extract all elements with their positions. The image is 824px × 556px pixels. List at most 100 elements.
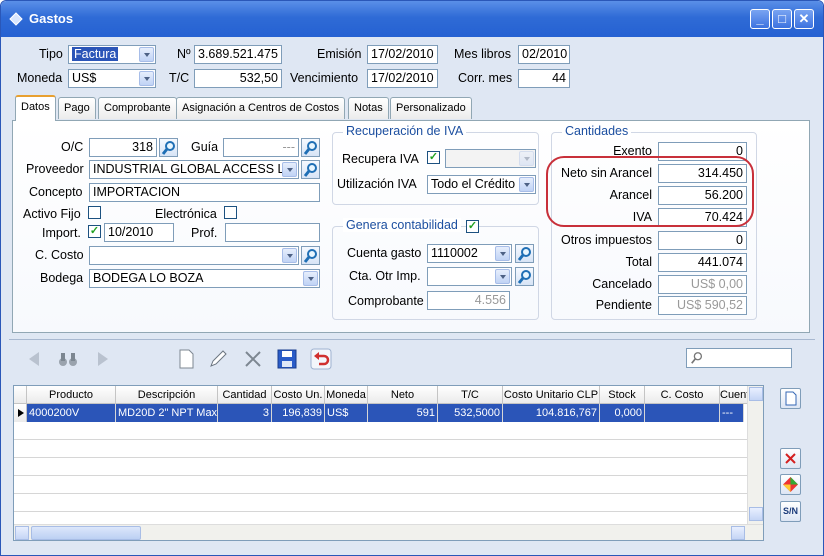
oc-field[interactable]: 318 [89,138,157,157]
cuenta-gasto-select[interactable]: 1110002 [427,244,512,263]
product-grid[interactable]: Producto Descripción Cantidad Costo Un. … [13,385,764,541]
current-row-arrow-icon [18,409,24,417]
highlight-annotation [546,156,754,227]
add-line-button[interactable] [780,388,801,409]
horizontal-scrollbar[interactable] [14,524,763,540]
cell-moneda[interactable]: US$ [325,404,368,422]
emision-field[interactable]: 17/02/2010 [367,45,438,64]
proveedor-select[interactable]: INDUSTRIAL GLOBAL ACCESS LT [89,160,299,179]
chevron-down-icon[interactable] [495,269,510,284]
col-neto[interactable]: Neto [368,386,438,404]
mes-libros-field[interactable]: 02/2010 [518,45,570,64]
delete-x-icon[interactable] [241,347,265,371]
cta-otr-imp-search-button[interactable] [515,267,534,286]
maximize-button[interactable]: □ [772,9,792,29]
bodega-select[interactable]: BODEGA LO BOZA [89,269,320,288]
col-stock[interactable]: Stock [600,386,645,404]
corr-mes-field[interactable]: 44 [518,69,570,88]
import-field[interactable]: 10/2010 [104,223,174,242]
chevron-down-icon[interactable] [139,71,154,86]
tab-personalizado[interactable]: Personalizado [390,97,472,119]
scroll-down-icon[interactable] [749,507,763,521]
ccosto-label: C. Costo [35,248,84,262]
vencimiento-field[interactable]: 17/02/2010 [367,69,438,88]
recupera-iva-checkbox[interactable]: ✓ [427,151,440,164]
scroll-thumb[interactable] [31,526,141,540]
delete-line-button[interactable] [780,448,801,469]
chevron-down-icon[interactable] [282,162,297,177]
cantidades-title: Cantidades [562,124,632,138]
tab-pago[interactable]: Pago [58,97,96,119]
chevron-down-icon[interactable] [139,47,154,62]
chevron-down-icon[interactable] [519,177,534,192]
cta-otr-imp-select[interactable] [427,267,512,286]
col-costo-unitario-clp[interactable]: Costo Unitario CLP [503,386,600,404]
col-descripcion[interactable]: Descripción [116,386,218,404]
edit-pencil-icon[interactable] [206,347,230,371]
col-ccosto[interactable]: C. Costo [645,386,720,404]
cell-neto[interactable]: 591 [368,404,438,422]
concepto-field[interactable]: IMPORTACION [89,183,320,202]
cell-costo-unitario-clp[interactable]: 104.816,767 [503,404,600,422]
tc-field[interactable]: 532,50 [194,69,282,88]
import-checkbox[interactable]: ✓ [88,225,101,238]
cell-stock[interactable]: 0,000 [600,404,645,422]
col-producto[interactable]: Producto [27,386,116,404]
otros-impuestos-field[interactable]: 0 [658,231,747,250]
cell-costo-un[interactable]: 196,839 [272,404,325,422]
vertical-scrollbar[interactable] [747,386,763,524]
moneda-select[interactable]: US$ [68,69,156,88]
cell-cuenta[interactable]: --- [720,404,744,422]
oc-search-button[interactable] [159,138,178,157]
prev-record-icon[interactable] [23,347,47,371]
cuenta-gasto-search-button[interactable] [515,244,534,263]
tab-comprobante[interactable]: Comprobante [98,97,177,119]
scroll-right-icon[interactable] [731,526,745,540]
col-cantidad[interactable]: Cantidad [218,386,272,404]
new-document-icon[interactable] [174,347,198,371]
utilizacion-iva-select[interactable]: Todo el Crédito [427,175,536,194]
activo-fijo-checkbox[interactable] [88,206,101,219]
magnifier-icon [303,141,317,155]
save-icon[interactable] [275,347,299,371]
col-moneda[interactable]: Moneda [325,386,368,404]
binoculars-icon[interactable] [56,347,80,371]
serial-number-button[interactable]: S/N [780,501,801,522]
cell-tc[interactable]: 532,5000 [438,404,503,422]
minimize-button[interactable]: _ [750,9,770,29]
numero-field[interactable]: 3.689.521.475 [194,45,282,64]
cell-producto[interactable]: 4000200V [27,404,116,422]
tab-datos[interactable]: Datos [15,95,56,121]
title-bar[interactable]: Gastos _ □ ✕ [1,1,823,37]
col-costo-un[interactable]: Costo Un. [272,386,325,404]
chevron-down-icon[interactable] [519,151,534,166]
scroll-left-icon[interactable] [15,526,29,540]
tipo-select[interactable]: Factura [68,45,156,64]
tab-asignacion[interactable]: Asignación a Centros de Costos [176,97,346,119]
ccosto-search-button[interactable] [301,246,320,265]
cell-cantidad[interactable]: 3 [218,404,272,422]
genera-contabilidad-checkbox[interactable]: ✓ [466,220,479,233]
next-record-icon[interactable] [90,347,114,371]
guia-search-button[interactable] [301,138,320,157]
col-tc[interactable]: T/C [438,386,503,404]
scroll-up-icon[interactable] [749,387,763,401]
recupera-iva-select[interactable] [445,149,536,168]
chevron-down-icon[interactable] [495,246,510,261]
guia-field[interactable]: --- [223,138,299,157]
table-row[interactable]: 4000200V MD20D 2" NPT Maxi- 3 196,839 US… [27,404,744,422]
search-input[interactable] [686,348,792,368]
close-button[interactable]: ✕ [794,9,814,29]
cell-descripcion[interactable]: MD20D 2" NPT Maxi- [116,404,218,422]
chevron-down-icon[interactable] [303,271,318,286]
tab-notas[interactable]: Notas [348,97,389,119]
electronica-checkbox[interactable] [224,206,237,219]
undo-icon[interactable] [309,347,333,371]
cell-ccosto[interactable] [645,404,720,422]
prof-field[interactable] [225,223,320,242]
col-cuenta[interactable]: Cuenta [720,386,750,404]
options-button[interactable] [780,474,801,495]
ccosto-select[interactable] [89,246,299,265]
chevron-down-icon[interactable] [282,248,297,263]
proveedor-search-button[interactable] [301,160,320,179]
